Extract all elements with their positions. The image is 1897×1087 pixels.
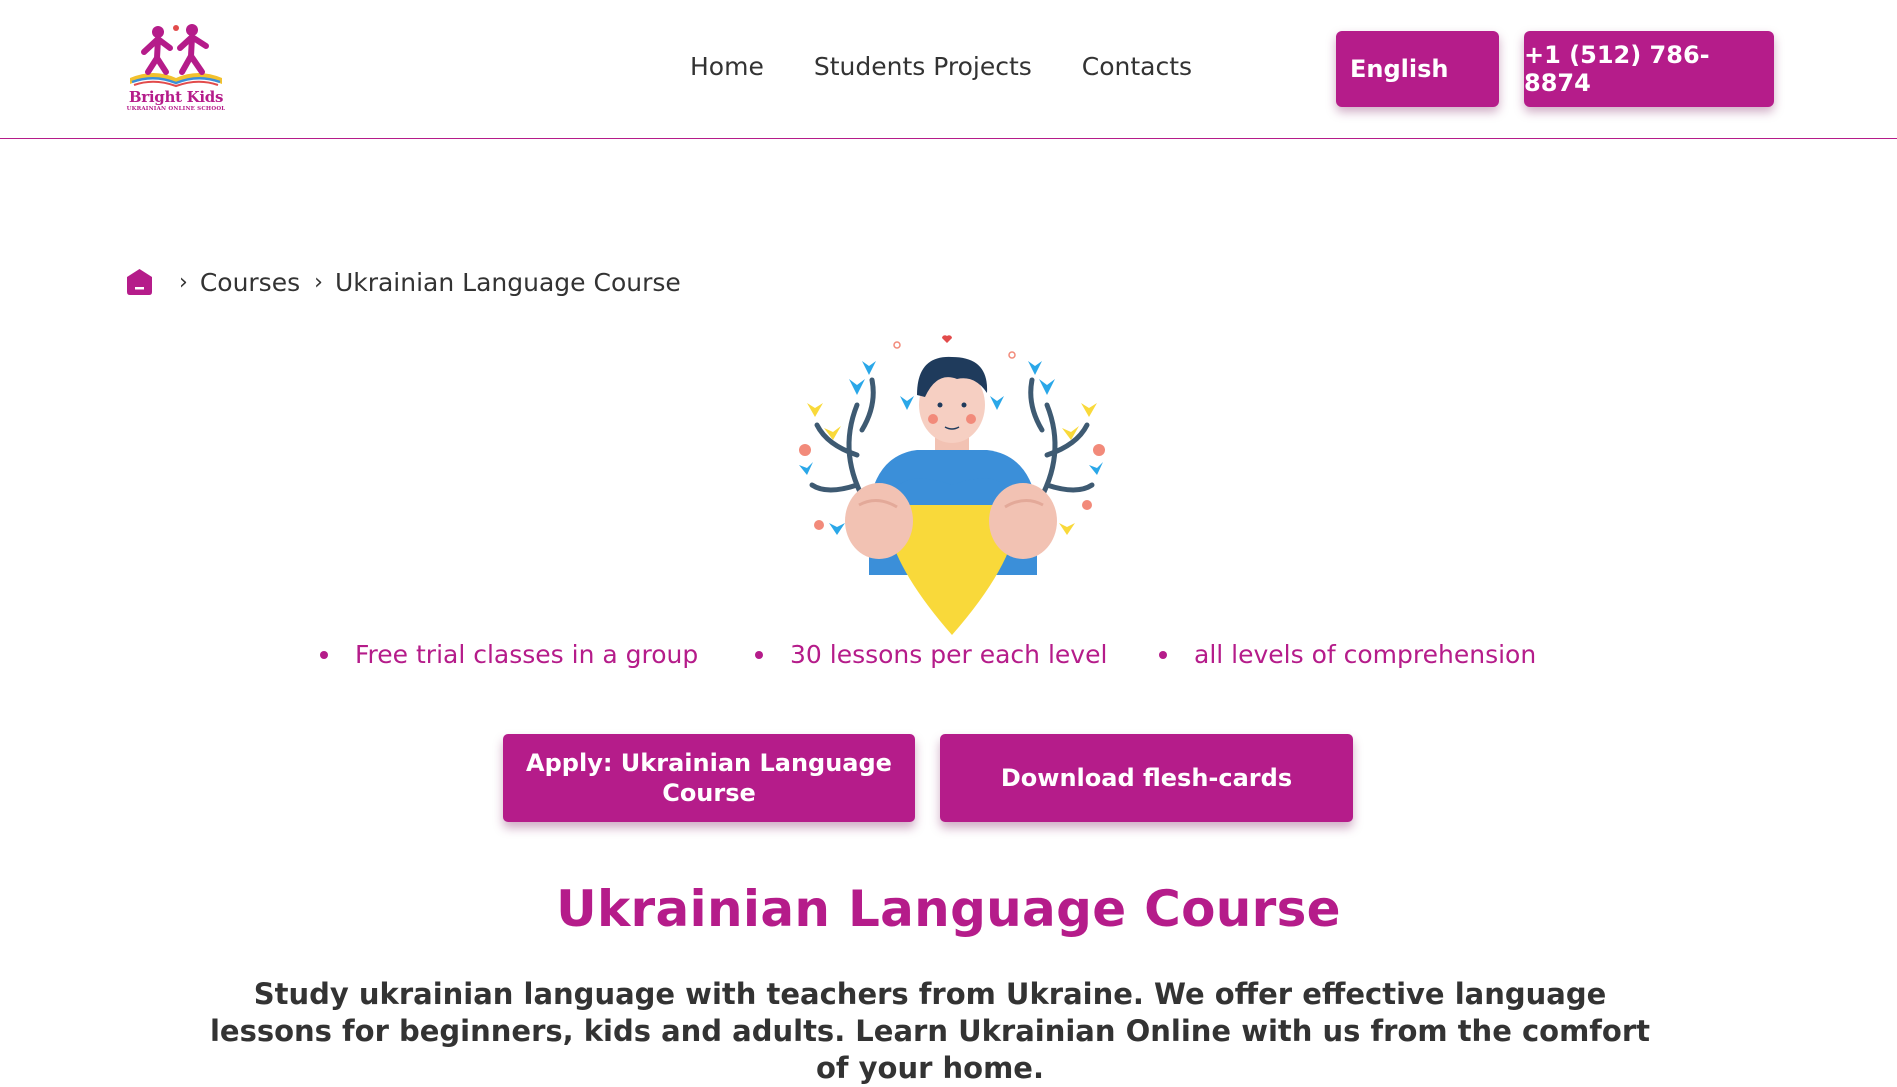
page-title: Ukrainian Language Course (556, 880, 1341, 938)
apply-button[interactable]: Apply: Ukrainian Language Course (503, 734, 915, 822)
home-icon[interactable] (126, 268, 153, 296)
feature-item: 30 lessons per each level (755, 640, 1107, 669)
main-nav: Home Students Projects Contacts (690, 52, 1192, 88)
bullet-icon (320, 650, 328, 659)
hero-illustration (799, 335, 1105, 635)
feature-label: Free trial classes in a group (355, 640, 699, 669)
feature-label: all levels of comprehension (1194, 640, 1537, 669)
bullet-icon (1159, 650, 1167, 659)
feature-item: all levels of comprehension (1159, 640, 1536, 669)
nav-students-projects[interactable]: Students Projects (814, 52, 1032, 88)
breadcrumb-current: Ukrainian Language Course (334, 267, 681, 297)
site-header: Bright Kids UKRAINIAN ONLINE SCHOOL Home… (0, 0, 1897, 139)
phone-button[interactable]: +1 (512) 786-8874 (1524, 31, 1774, 107)
logo-tagline: UKRAINIAN ONLINE SCHOOL (126, 106, 226, 112)
bullet-icon (755, 650, 763, 659)
page-lead: Study ukrainian language with teachers f… (209, 977, 1651, 1085)
breadcrumb-courses[interactable]: Courses (200, 268, 300, 297)
download-flashcards-button[interactable]: Download flesh-cards (940, 734, 1353, 822)
language-button[interactable]: English (1336, 31, 1499, 107)
nav-contacts[interactable]: Contacts (1082, 52, 1192, 88)
chevron-right-icon: › (314, 269, 323, 295)
logo[interactable]: Bright Kids UKRAINIAN ONLINE SCHOOL (124, 22, 228, 118)
feature-item: Free trial classes in a group (320, 640, 698, 669)
feature-label: 30 lessons per each level (790, 640, 1108, 669)
nav-home[interactable]: Home (690, 52, 764, 88)
chevron-right-icon: › (179, 269, 188, 295)
logo-kids-icon (130, 24, 222, 88)
breadcrumb: › Courses › Ukrainian Language Course (126, 262, 681, 302)
logo-name: Bright Kids (128, 88, 224, 106)
